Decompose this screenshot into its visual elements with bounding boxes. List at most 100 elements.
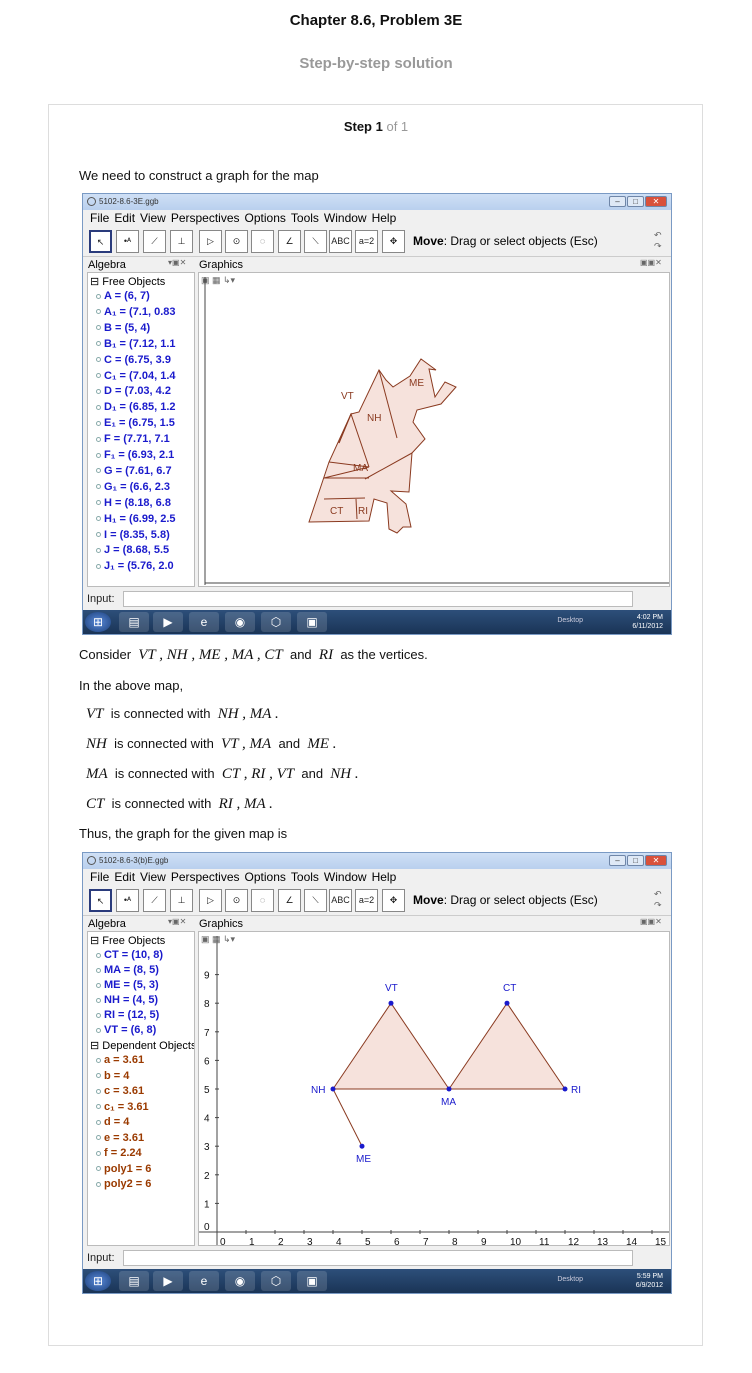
minimize-button[interactable]: – — [609, 855, 626, 866]
app-task-icon[interactable]: ▣ — [297, 1271, 327, 1291]
algebra-item[interactable]: e = 3.61 — [96, 1132, 144, 1144]
undo-redo-icon[interactable]: ↶ ↷ — [654, 230, 665, 252]
graphics-view[interactable]: ▣ ▦ ↳▾ 0 1 2 3 4 5 6 7 8 9 10 11 12 13 14 15 1 2 3 4 5 6 7 8 9 0 V… — [198, 931, 670, 1246]
algebra-item[interactable]: C₁ = (7.04, 1.4 — [96, 370, 176, 382]
firefox-icon[interactable]: ◉ — [225, 612, 255, 632]
start-button-icon[interactable]: ⊞ — [85, 1271, 111, 1291]
visibility-dot-icon[interactable] — [96, 547, 101, 553]
algebra-item[interactable]: b = 4 — [96, 1070, 129, 1082]
visibility-dot-icon[interactable] — [96, 1181, 101, 1187]
visibility-dot-icon[interactable] — [96, 436, 101, 442]
free-objects-group[interactable]: ⊟ Free Objects — [90, 934, 165, 947]
visibility-dot-icon[interactable] — [96, 1135, 101, 1141]
menu-view[interactable]: View — [140, 211, 166, 225]
slider-tool-icon[interactable]: a=2 — [355, 889, 378, 912]
algebra-item[interactable]: E₁ = (6.75, 1.5 — [96, 417, 175, 429]
visibility-dot-icon[interactable] — [96, 404, 101, 410]
media-player-icon[interactable]: ▶ — [153, 1271, 183, 1291]
algebra-item[interactable]: J₁ = (5.76, 2.0 — [96, 560, 174, 572]
algebra-item[interactable]: f = 2.24 — [96, 1147, 142, 1159]
visibility-dot-icon[interactable] — [96, 1104, 101, 1110]
visibility-dot-icon[interactable] — [96, 1150, 101, 1156]
explorer-icon[interactable]: ▤ — [119, 1271, 149, 1291]
algebra-item[interactable]: VT = (6, 8) — [96, 1024, 156, 1036]
menu-help[interactable]: Help — [372, 211, 397, 225]
algebra-item[interactable]: G = (7.61, 6.7 — [96, 465, 172, 477]
visibility-dot-icon[interactable] — [96, 357, 101, 363]
algebra-item[interactable]: CT = (10, 8) — [96, 949, 163, 961]
polygon-tool-icon[interactable]: ▷ — [199, 889, 222, 912]
algebra-item[interactable]: D₁ = (6.85, 1.2 — [96, 401, 176, 413]
undo-redo-icon[interactable]: ↶ ↷ — [654, 889, 665, 911]
graphics-pane-controls-icon[interactable]: ▣▣✕ — [640, 258, 662, 267]
free-objects-group[interactable]: ⊟ Free Objects — [90, 275, 165, 288]
menu-file[interactable]: File — [90, 870, 109, 884]
line-tool-icon[interactable]: ⟋ — [143, 889, 166, 912]
visibility-dot-icon[interactable] — [96, 997, 101, 1003]
reflect-tool-icon[interactable]: ⟍ — [304, 230, 327, 253]
visibility-dot-icon[interactable] — [96, 1027, 101, 1033]
algebra-item[interactable]: c₁ = 3.61 — [96, 1101, 149, 1113]
algebra-item[interactable]: F₁ = (6.93, 2.1 — [96, 449, 174, 461]
maximize-button[interactable]: □ — [627, 196, 644, 207]
menu-perspectives[interactable]: Perspectives — [171, 870, 240, 884]
app-task-icon[interactable]: ▣ — [297, 612, 327, 632]
ie-icon[interactable]: e — [189, 612, 219, 632]
reflect-tool-icon[interactable]: ⟍ — [304, 889, 327, 912]
geogebra-task-icon[interactable]: ⬡ — [261, 612, 291, 632]
point-tool-icon[interactable]: •ᴬ — [116, 889, 139, 912]
dependent-objects-group[interactable]: ⊟ Dependent Objects — [90, 1039, 194, 1052]
visibility-dot-icon[interactable] — [96, 484, 101, 490]
visibility-dot-icon[interactable] — [96, 388, 101, 394]
close-button[interactable]: ✕ — [645, 196, 667, 207]
visibility-dot-icon[interactable] — [96, 967, 101, 973]
point-tool-icon[interactable]: •ᴬ — [116, 230, 139, 253]
geogebra-task-icon[interactable]: ⬡ — [261, 1271, 291, 1291]
visibility-dot-icon[interactable] — [96, 468, 101, 474]
visibility-dot-icon[interactable] — [96, 452, 101, 458]
menu-window[interactable]: Window — [324, 211, 367, 225]
angle-tool-icon[interactable]: ∠ — [278, 889, 301, 912]
menu-view[interactable]: View — [140, 870, 166, 884]
algebra-item[interactable]: RI = (12, 5) — [96, 1009, 159, 1021]
explorer-icon[interactable]: ▤ — [119, 612, 149, 632]
menu-help[interactable]: Help — [372, 870, 397, 884]
move-tool-icon[interactable]: ↖ — [89, 230, 112, 253]
visibility-dot-icon[interactable] — [96, 1073, 101, 1079]
minimize-button[interactable]: – — [609, 196, 626, 207]
perpendicular-tool-icon[interactable]: ⊥ — [170, 889, 193, 912]
algebra-item[interactable]: J = (8.68, 5.5 — [96, 544, 169, 556]
algebra-item[interactable]: MA = (8, 5) — [96, 964, 159, 976]
visibility-dot-icon[interactable] — [96, 500, 101, 506]
circle-tool-icon[interactable]: ⊙ — [225, 889, 248, 912]
algebra-item[interactable]: I = (8.35, 5.8) — [96, 529, 170, 541]
menu-tools[interactable]: Tools — [291, 870, 319, 884]
media-player-icon[interactable]: ▶ — [153, 612, 183, 632]
move-view-tool-icon[interactable]: ✥ — [382, 889, 405, 912]
algebra-item[interactable]: c = 3.61 — [96, 1085, 144, 1097]
visibility-dot-icon[interactable] — [96, 1166, 101, 1172]
algebra-item[interactable]: poly2 = 6 — [96, 1178, 151, 1190]
algebra-item[interactable]: poly1 = 6 — [96, 1163, 151, 1175]
menu-file[interactable]: File — [90, 211, 109, 225]
pane-controls-icon[interactable]: ▾▣✕ — [168, 917, 186, 926]
angle-tool-icon[interactable]: ∠ — [278, 230, 301, 253]
text-tool-icon[interactable]: ABC — [329, 889, 352, 912]
visibility-dot-icon[interactable] — [96, 516, 101, 522]
graphics-view[interactable]: ▣ ▦ ↳▾ VT ME NH MA CT RI — [198, 272, 670, 587]
algebra-item[interactable]: B₁ = (7.12, 1.1 — [96, 338, 176, 350]
menu-edit[interactable]: Edit — [114, 211, 135, 225]
algebra-item[interactable]: a = 3.61 — [96, 1054, 144, 1066]
start-button-icon[interactable]: ⊞ — [85, 612, 111, 632]
polygon-tool-icon[interactable]: ▷ — [199, 230, 222, 253]
visibility-dot-icon[interactable] — [96, 563, 101, 569]
visibility-dot-icon[interactable] — [96, 373, 101, 379]
ie-icon[interactable]: e — [189, 1271, 219, 1291]
menu-options[interactable]: Options — [245, 211, 286, 225]
algebra-item[interactable]: A₁ = (7.1, 0.83 — [96, 306, 176, 318]
menu-window[interactable]: Window — [324, 870, 367, 884]
graphics-pane-controls-icon[interactable]: ▣▣✕ — [640, 917, 662, 926]
algebra-item[interactable]: ME = (5, 3) — [96, 979, 159, 991]
circle-tool-icon[interactable]: ⊙ — [225, 230, 248, 253]
input-field[interactable] — [123, 1250, 633, 1266]
